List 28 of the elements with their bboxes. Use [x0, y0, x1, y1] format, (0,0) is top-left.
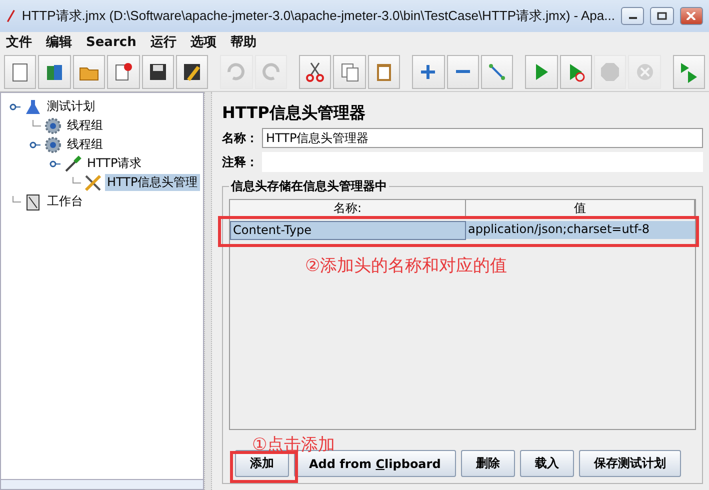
table-row[interactable]: Content-Type application/json;charset=utf-8 — [230, 221, 695, 239]
action-button[interactable]: 删除 — [460, 450, 515, 477]
action-button[interactable]: 添加 — [235, 450, 289, 477]
tree-item[interactable]: 线程组 — [65, 136, 105, 153]
menu-item[interactable]: 选项 — [190, 33, 216, 51]
field-label: 注释： — [222, 154, 258, 170]
action-button[interactable]: 载入 — [520, 450, 574, 477]
column-header[interactable]: 值 — [466, 200, 695, 217]
menu-item[interactable]: 帮助 — [230, 33, 256, 51]
window-title: HTTP请求.jmx (D:\Software\apache-jmeter-3.0\apache-jmeter-3.0\bin\TestCase\HTTP请求.jmx) - Apa... — [22, 7, 615, 25]
menu-item[interactable]: Search — [86, 34, 136, 50]
table-cell: Content-Type — [230, 221, 466, 240]
field-label: 名称： — [222, 130, 258, 146]
menu-item[interactable]: 文件 — [6, 33, 32, 51]
group-title: 信息头存储在信息头管理器中 — [230, 178, 388, 195]
tree-item[interactable]: 工作台 — [45, 193, 85, 210]
annotation-text: ②添加头的名称和对应的值 — [305, 255, 508, 277]
tree-item[interactable]: 线程组 — [65, 117, 105, 134]
action-button[interactable]: 保存测试计划 — [578, 450, 681, 477]
name-field[interactable]: HTTP信息头管理器 — [262, 128, 703, 148]
tree-item[interactable]: 测试计划 — [45, 98, 97, 115]
tree-item[interactable]: HTTP请求 — [85, 155, 144, 172]
table-cell-text: application/json;charset=utf-8 — [467, 221, 651, 238]
panel-title: HTTP信息头管理器 — [222, 102, 366, 124]
menu-item[interactable]: 运行 — [150, 33, 176, 51]
menu-item[interactable]: 编辑 — [46, 33, 72, 51]
tree-item[interactable]: HTTP信息头管理 — [105, 174, 200, 191]
column-header[interactable]: 名称: — [230, 200, 466, 217]
